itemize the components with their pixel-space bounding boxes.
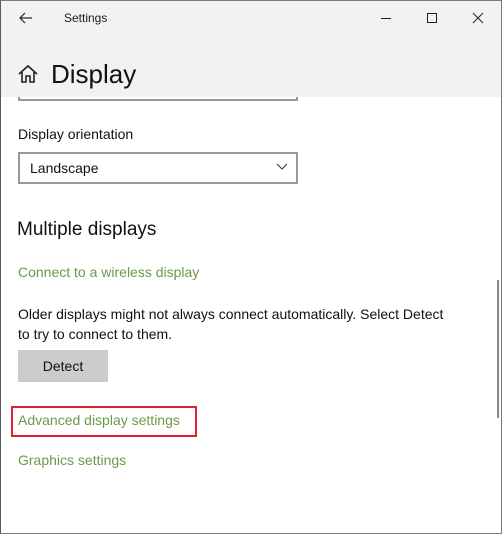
multiple-displays-heading: Multiple displays [17, 219, 157, 240]
graphics-settings-link[interactable]: Graphics settings [18, 452, 126, 468]
maximize-button[interactable] [409, 1, 455, 35]
back-button[interactable] [13, 6, 39, 30]
settings-window: 1920 × 1080 (Recommended) Display orient… [0, 0, 502, 534]
chevron-down-icon [276, 163, 288, 170]
scrollbar-thumb[interactable] [497, 280, 499, 418]
detect-description: Older displays might not always connect … [18, 306, 444, 342]
page-title: Display [51, 59, 137, 89]
close-icon [472, 12, 484, 24]
page-title-row: Display [17, 57, 136, 91]
header: Settings Display [1, 1, 501, 97]
minimize-button[interactable] [363, 1, 409, 35]
minimize-icon [381, 18, 391, 19]
home-icon[interactable] [17, 63, 39, 85]
detect-button[interactable]: Detect [18, 350, 108, 382]
maximize-icon [427, 13, 437, 23]
orientation-dropdown[interactable]: Landscape [18, 152, 298, 184]
back-arrow-icon [19, 12, 32, 24]
orientation-label: Display orientation [18, 126, 134, 142]
connect-wireless-display-link[interactable]: Connect to a wireless display [18, 264, 199, 280]
title-bar: Settings [1, 1, 501, 35]
orientation-value: Landscape [30, 160, 99, 176]
close-button[interactable] [455, 1, 501, 35]
advanced-display-settings-link[interactable]: Advanced display settings [18, 412, 180, 428]
app-title: Settings [64, 11, 108, 25]
